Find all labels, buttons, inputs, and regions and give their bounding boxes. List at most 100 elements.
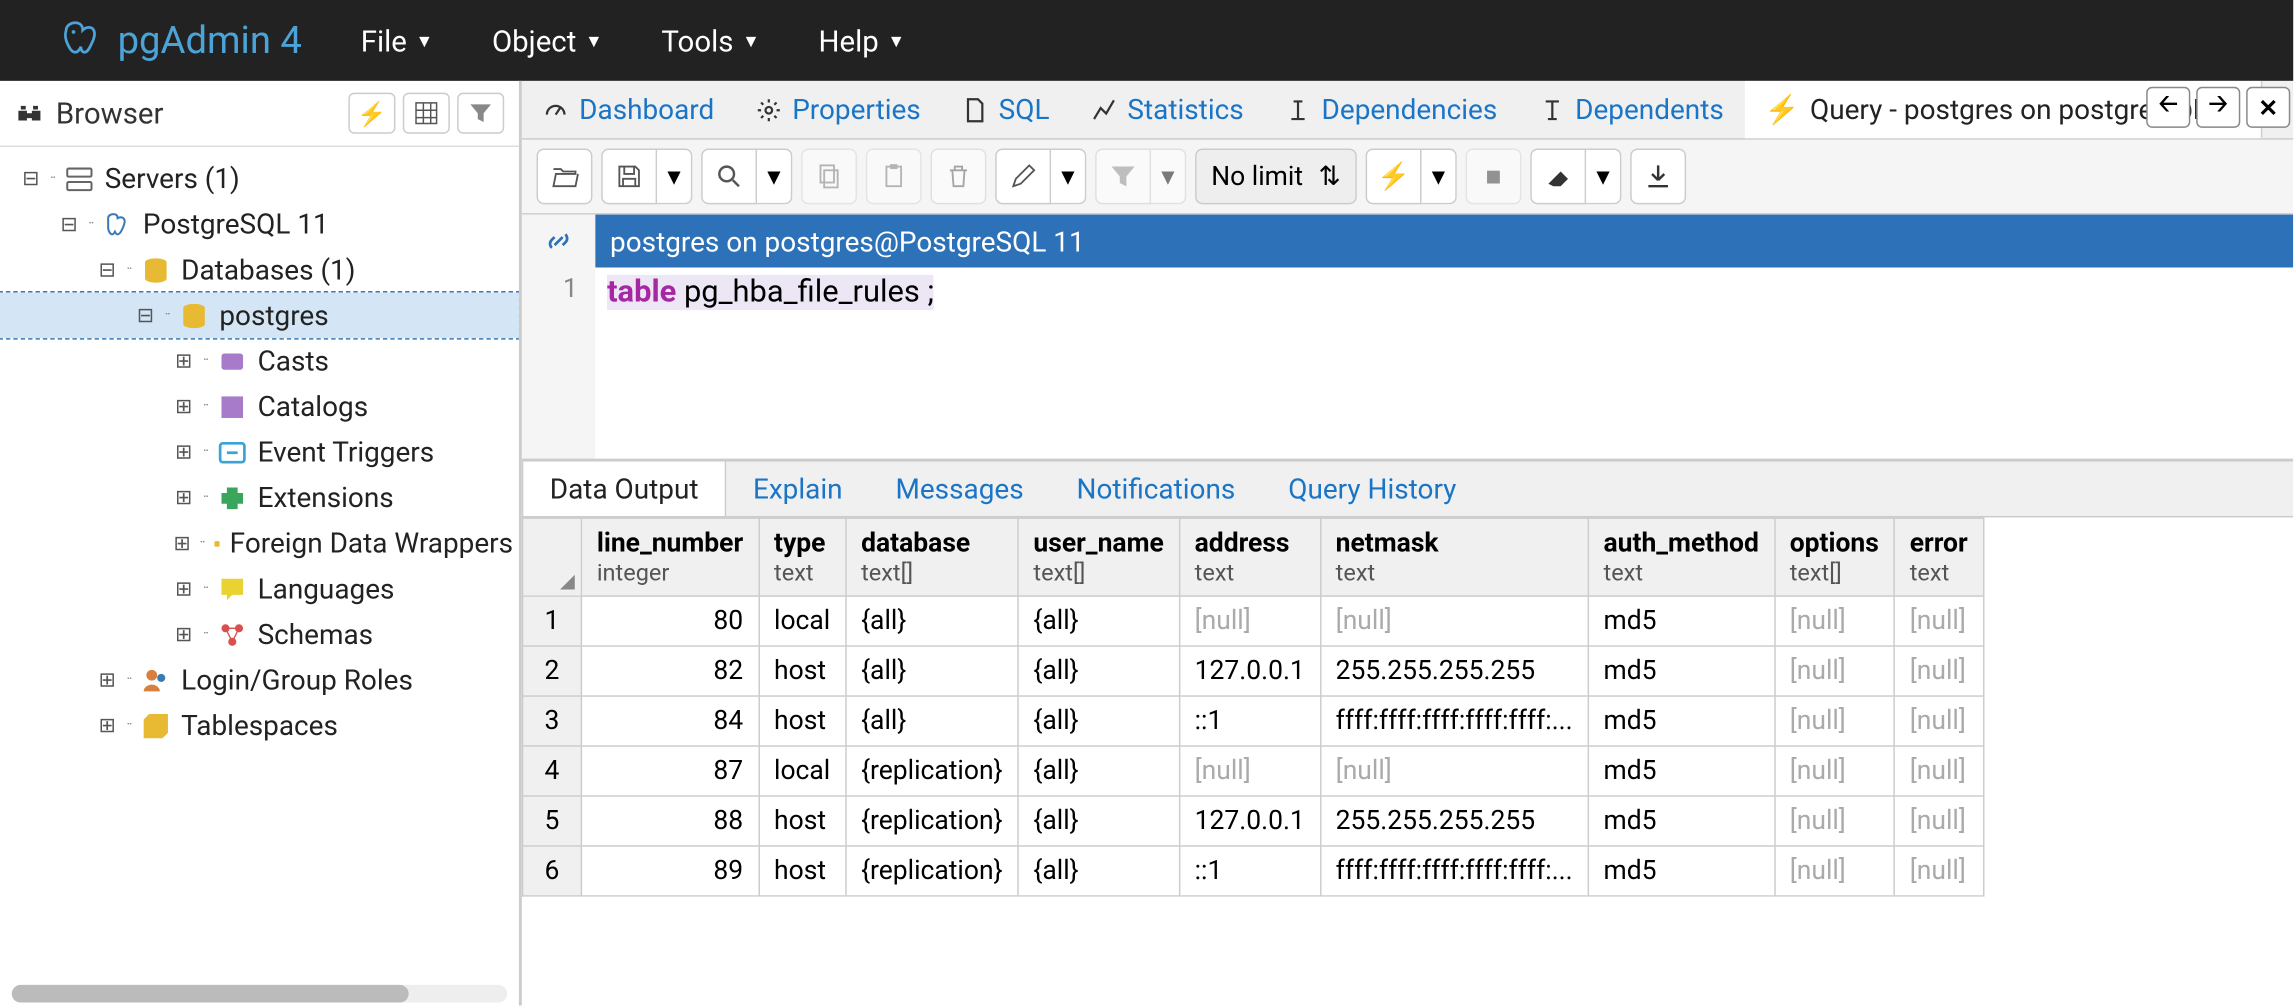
cell[interactable]: host [759, 796, 846, 846]
cell[interactable]: md5 [1588, 646, 1774, 696]
tree-event-triggers[interactable]: ⊞··Event Triggers [0, 429, 519, 475]
cell[interactable]: 88 [581, 796, 758, 846]
row-number[interactable]: 6 [523, 846, 582, 896]
edit-dropdown[interactable]: ▾ [1051, 148, 1086, 204]
menu-help[interactable]: Help▼ [819, 23, 906, 58]
cell[interactable]: 127.0.0.1 [1179, 796, 1320, 846]
stop-button[interactable]: ■ [1466, 148, 1522, 204]
tree-extensions[interactable]: ⊞··Extensions [0, 475, 519, 521]
explain-button[interactable] [1530, 148, 1586, 204]
tab-close-button[interactable]: ✕ [2246, 87, 2290, 128]
tab-next-button[interactable]: 🡢 [2196, 87, 2240, 128]
tree-languages[interactable]: ⊞··Languages [0, 566, 519, 612]
column-header[interactable]: typetext [759, 518, 846, 596]
connection-status-icon[interactable] [522, 215, 596, 268]
menu-tools[interactable]: Tools▼ [661, 23, 759, 58]
results-tab-history[interactable]: Query History [1262, 462, 1483, 516]
results-tab-messages[interactable]: Messages [869, 462, 1050, 516]
sidebar-scrollbar[interactable] [12, 985, 507, 1003]
cell[interactable]: [null] [1774, 796, 1894, 846]
column-header[interactable]: line_numberinteger [581, 518, 758, 596]
edit-button[interactable] [995, 148, 1051, 204]
cell[interactable]: {all} [1018, 846, 1179, 896]
cell[interactable]: ffff:ffff:ffff:ffff:ffff:... [1320, 846, 1588, 896]
tree-schemas[interactable]: ⊞··Schemas [0, 612, 519, 658]
cell[interactable]: [null] [1320, 746, 1588, 796]
cell[interactable]: {all} [1018, 596, 1179, 646]
results-tab-data-output[interactable]: Data Output [522, 462, 727, 516]
find-dropdown[interactable]: ▾ [757, 148, 792, 204]
cell[interactable]: [null] [1774, 646, 1894, 696]
menu-object[interactable]: Object▼ [492, 23, 603, 58]
column-header[interactable]: optionstext[] [1774, 518, 1894, 596]
explain-dropdown[interactable]: ▾ [1586, 148, 1621, 204]
cell[interactable]: local [759, 596, 846, 646]
cell[interactable]: md5 [1588, 796, 1774, 846]
find-button[interactable] [701, 148, 757, 204]
filter-dropdown[interactable]: ▾ [1151, 148, 1186, 204]
tab-dependents[interactable]: Dependents [1518, 81, 1745, 138]
column-header[interactable]: auth_methodtext [1588, 518, 1774, 596]
filter-rows-button[interactable] [1095, 148, 1151, 204]
cell[interactable]: ffff:ffff:ffff:ffff:ffff:... [1320, 696, 1588, 746]
tab-sql[interactable]: SQL [941, 81, 1070, 138]
cell[interactable]: {replication} [846, 746, 1018, 796]
cell[interactable]: ::1 [1179, 696, 1320, 746]
results-tab-explain[interactable]: Explain [726, 462, 869, 516]
cell[interactable]: 82 [581, 646, 758, 696]
tab-prev-button[interactable]: 🡠 [2146, 87, 2190, 128]
tab-dashboard[interactable]: Dashboard [522, 81, 735, 138]
row-number[interactable]: 2 [523, 646, 582, 696]
tree-tablespaces[interactable]: ⊞··Tablespaces [0, 703, 519, 749]
cell[interactable]: [null] [1320, 596, 1588, 646]
cell[interactable]: 255.255.255.255 [1320, 646, 1588, 696]
cell[interactable]: {all} [1018, 746, 1179, 796]
cell[interactable]: {all} [1018, 646, 1179, 696]
table-row[interactable]: 180local{all}{all}[null][null]md5[null][… [523, 596, 1983, 646]
copy-button[interactable] [801, 148, 857, 204]
cell[interactable]: [null] [1894, 646, 1983, 696]
cell[interactable]: local [759, 746, 846, 796]
cell[interactable]: [null] [1894, 746, 1983, 796]
cell[interactable]: {replication} [846, 846, 1018, 896]
execute-button[interactable]: ⚡ [1366, 148, 1422, 204]
save-button[interactable] [601, 148, 657, 204]
view-data-button[interactable] [403, 93, 450, 134]
cell[interactable]: [null] [1774, 596, 1894, 646]
cell[interactable]: host [759, 646, 846, 696]
tree-casts[interactable]: ⊞··Casts [0, 338, 519, 384]
cell[interactable]: {replication} [846, 796, 1018, 846]
row-number[interactable]: 1 [523, 596, 582, 646]
cell[interactable]: 255.255.255.255 [1320, 796, 1588, 846]
tree-roles[interactable]: ⊞··Login/Group Roles [0, 657, 519, 703]
menu-file[interactable]: File▼ [361, 23, 433, 58]
cell[interactable]: 89 [581, 846, 758, 896]
table-row[interactable]: 588host{replication}{all}127.0.0.1255.25… [523, 796, 1983, 846]
cell[interactable]: md5 [1588, 596, 1774, 646]
cell[interactable]: {all} [1018, 796, 1179, 846]
results-grid[interactable]: line_numberintegertypetextdatabasetext[]… [522, 517, 2293, 896]
tree-servers[interactable]: ⊟··Servers (1) [0, 156, 519, 202]
table-row[interactable]: 282host{all}{all}127.0.0.1255.255.255.25… [523, 646, 1983, 696]
download-button[interactable] [1630, 148, 1686, 204]
limit-selector[interactable]: No limit⇅ [1195, 148, 1357, 204]
cell[interactable]: 87 [581, 746, 758, 796]
table-row[interactable]: 384host{all}{all}::1ffff:ffff:ffff:ffff:… [523, 696, 1983, 746]
sql-editor[interactable]: 1 table pg_hba_file_rules ; [522, 268, 2293, 459]
tab-dependencies[interactable]: Dependencies [1264, 81, 1518, 138]
cell[interactable]: {all} [846, 696, 1018, 746]
column-header[interactable]: addresstext [1179, 518, 1320, 596]
cell[interactable]: 127.0.0.1 [1179, 646, 1320, 696]
cell[interactable]: [null] [1774, 846, 1894, 896]
row-number[interactable]: 5 [523, 796, 582, 846]
tree-fdw[interactable]: ⊞··Foreign Data Wrappers [0, 520, 519, 566]
row-number[interactable]: 3 [523, 696, 582, 746]
tab-statistics[interactable]: Statistics [1070, 81, 1264, 138]
column-header[interactable]: databasetext[] [846, 518, 1018, 596]
cell[interactable]: {all} [846, 596, 1018, 646]
query-tool-button[interactable]: ⚡ [348, 93, 395, 134]
tree-catalogs[interactable]: ⊞··Catalogs [0, 384, 519, 430]
cell[interactable]: md5 [1588, 746, 1774, 796]
cell[interactable]: {all} [1018, 696, 1179, 746]
cell[interactable]: [null] [1774, 696, 1894, 746]
